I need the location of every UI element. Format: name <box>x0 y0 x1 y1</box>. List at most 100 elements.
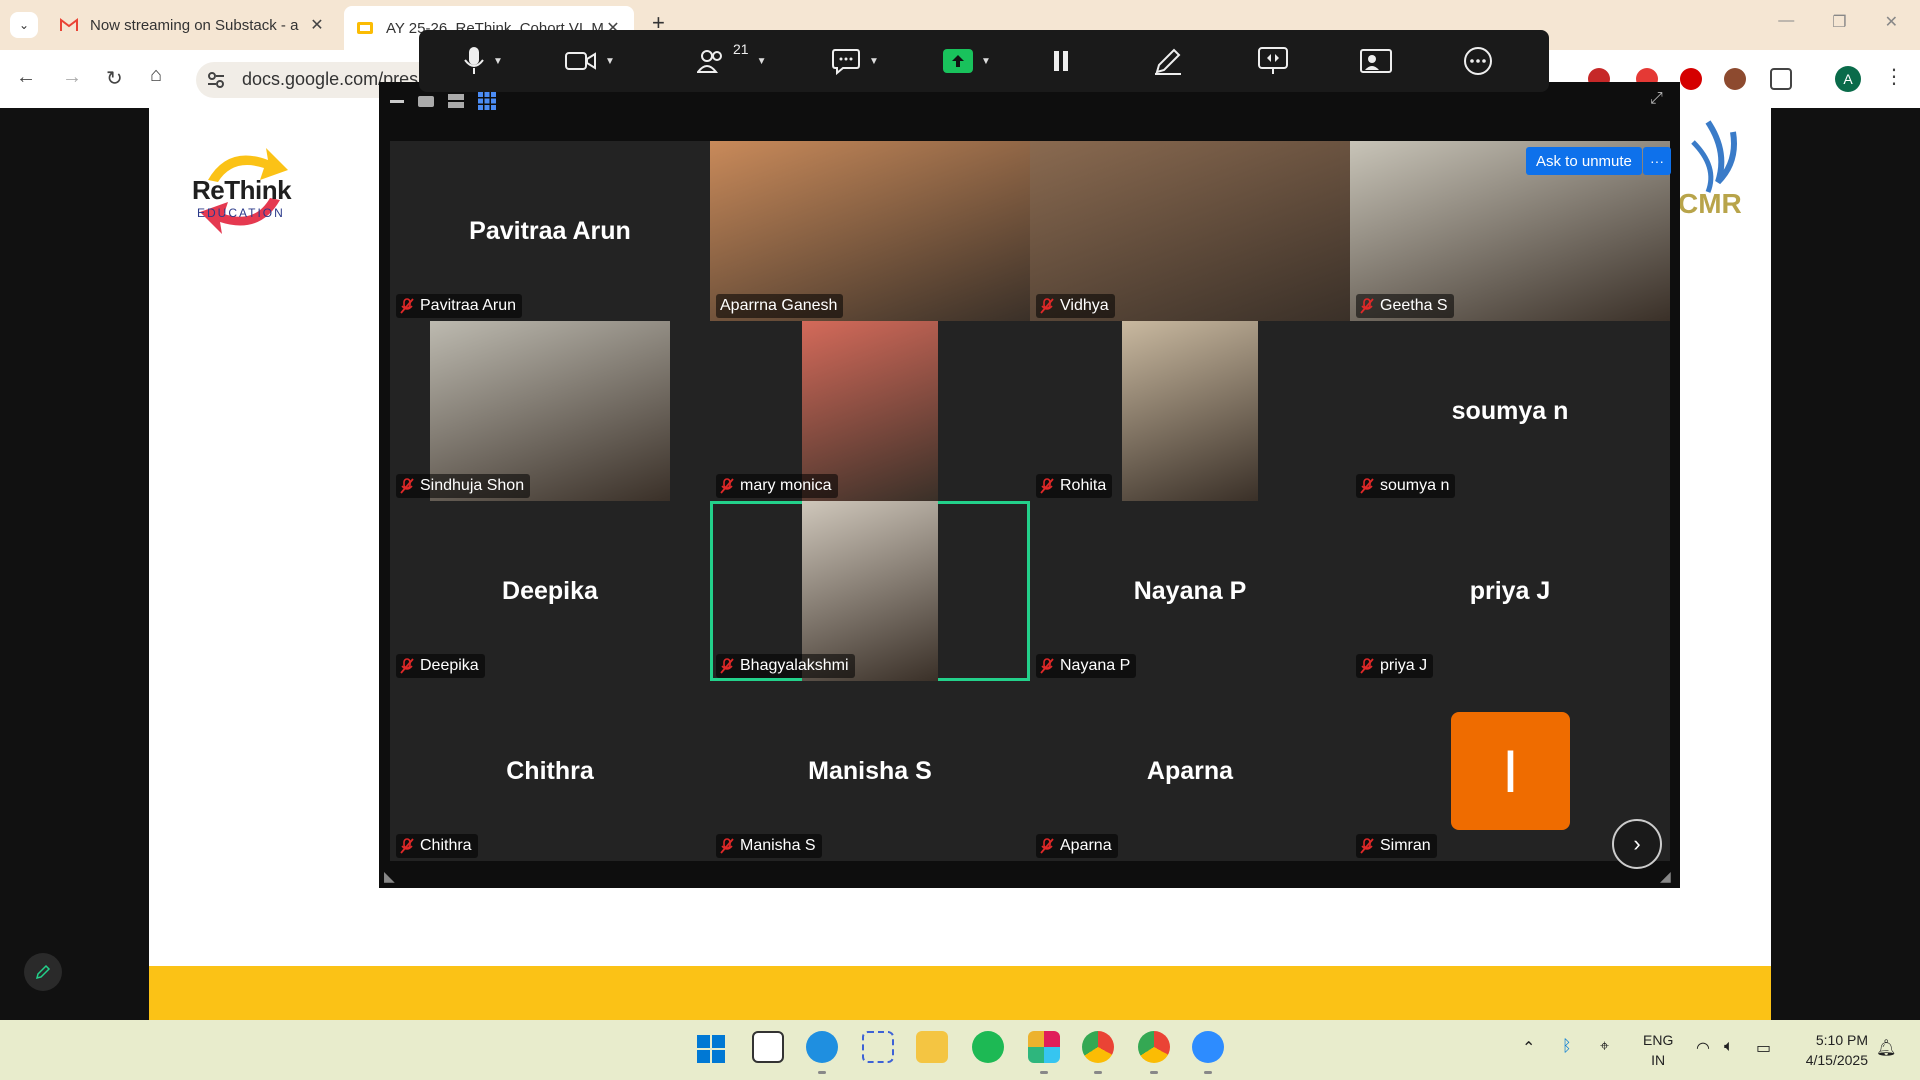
participant-name-label: Manisha S <box>716 834 822 858</box>
participant-tile[interactable]: priya Jpriya J <box>1350 501 1670 681</box>
running-indicator <box>1040 1071 1048 1074</box>
close-window-icon[interactable]: ✕ <box>1885 12 1898 32</box>
notification-bell-icon[interactable]: 🔔︎ <box>1876 1038 1896 1058</box>
slack-icon[interactable] <box>1028 1031 1060 1063</box>
minimize-icon[interactable]: — <box>1778 12 1794 32</box>
site-info-icon[interactable] <box>206 70 226 90</box>
zoom-app-icon[interactable] <box>1192 1031 1224 1063</box>
restore-icon[interactable]: ❐ <box>1832 12 1846 32</box>
video-control[interactable]: ▼ <box>565 30 615 92</box>
next-gallery-page-button[interactable]: › <box>1612 819 1662 869</box>
chat-control[interactable]: ▼ <box>831 30 879 92</box>
participant-name-label: soumya n <box>1356 474 1456 498</box>
annotate-button[interactable] <box>1153 30 1183 92</box>
ask-to-unmute-button[interactable]: Ask to unmute <box>1526 147 1642 175</box>
fullscreen-icon[interactable]: ⤢ <box>1650 90 1663 108</box>
muted-mic-icon <box>720 658 734 674</box>
chat-bubble-icon <box>832 49 860 75</box>
minimize-view-icon[interactable] <box>390 99 404 103</box>
participant-name: Rohita <box>1060 477 1107 494</box>
back-icon[interactable]: ← <box>16 66 36 89</box>
participant-name: Aparrna Ganesh <box>720 297 838 314</box>
clock-time: 5:10 PM <box>1815 1032 1868 1048</box>
chevron-down-icon[interactable]: ▼ <box>493 56 503 67</box>
profile-avatar[interactable]: A <box>1835 66 1861 92</box>
location-mic-icon[interactable]: ⌖ <box>1600 1038 1609 1056</box>
participant-tile[interactable]: Rohita <box>1030 321 1350 501</box>
wifi-icon[interactable]: ◠ <box>1696 1038 1710 1058</box>
tab-substack[interactable]: Now streaming on Substack - a ✕ <box>48 8 338 42</box>
chevron-down-icon[interactable]: ▼ <box>605 56 615 67</box>
edge-icon[interactable] <box>806 1031 838 1063</box>
tile-more-options-button[interactable]: ··· <box>1643 147 1671 175</box>
more-options-button[interactable] <box>1463 30 1493 92</box>
participant-tile[interactable]: Chithra Chithra <box>390 681 710 861</box>
extension-raccoon-icon[interactable] <box>1724 68 1746 90</box>
participant-tile[interactable]: Aparrna Ganesh <box>710 141 1030 321</box>
chrome-icon[interactable] <box>1082 1031 1114 1063</box>
participant-name-label: Bhagyalakshmi <box>716 654 855 678</box>
tab-title: Now streaming on Substack - a <box>90 16 299 34</box>
participant-tile[interactable]: Pavitraa Arun Pavitraa Arun <box>390 141 710 321</box>
show-hidden-icons-icon[interactable]: ⌃ <box>1522 1038 1535 1058</box>
battery-icon[interactable]: ▭ <box>1756 1038 1771 1058</box>
tab-search-button[interactable]: ⌄ <box>10 12 38 38</box>
extensions-puzzle-icon[interactable] <box>1770 68 1792 90</box>
participants-control[interactable]: 21 ▼ <box>697 30 766 92</box>
mic-control[interactable]: ▼ <box>463 30 503 92</box>
participant-name: Chithra <box>420 837 472 854</box>
participant-name-label: Pavitraa Arun <box>396 294 523 318</box>
chevron-down-icon[interactable]: ▼ <box>981 56 991 67</box>
pause-share-button[interactable] <box>1051 30 1071 92</box>
participant-name: Nayana P <box>1060 657 1131 674</box>
language-indicator[interactable]: ENG IN <box>1643 1030 1673 1070</box>
participant-tile[interactable]: mary monica <box>710 321 1030 501</box>
gallery-view-icon[interactable] <box>478 92 496 110</box>
spotify-icon[interactable] <box>972 1031 1004 1063</box>
task-view-icon[interactable] <box>752 1031 784 1063</box>
participant-tile[interactable]: soumya n soumya n <box>1350 321 1670 501</box>
participant-name-label: Rohita <box>1036 474 1113 498</box>
bluetooth-icon[interactable]: ᛒ <box>1562 1038 1572 1056</box>
spotlight-button[interactable] <box>1359 30 1393 92</box>
chevron-down-icon[interactable]: ▼ <box>757 56 767 67</box>
windows-start-icon[interactable] <box>696 1034 726 1064</box>
participant-avatar: I <box>1451 712 1570 830</box>
participant-name-label: Vidhya <box>1036 294 1115 318</box>
participant-name: mary monica <box>740 477 832 494</box>
share-screen-control[interactable]: ▼ <box>943 30 991 92</box>
participant-name: priya J <box>1380 657 1428 674</box>
file-explorer-icon[interactable] <box>916 1031 948 1063</box>
browser-menu-icon[interactable]: ⋮ <box>1884 64 1904 89</box>
participant-name-label: Deepika <box>396 654 485 678</box>
home-icon[interactable]: ⌂ <box>150 64 162 87</box>
participant-tile[interactable]: Nayana P Nayana P <box>1030 501 1350 681</box>
chevron-down-icon[interactable]: ▼ <box>869 56 879 67</box>
participants-icon <box>697 50 722 73</box>
resize-handle-left-icon[interactable]: ◣ <box>384 868 395 885</box>
participant-tile[interactable]: Bhagyalakshmi <box>710 501 1030 681</box>
annotate-pen-button[interactable] <box>24 953 62 991</box>
participant-name-label: mary monica <box>716 474 838 498</box>
participant-tile[interactable]: Vidhya <box>1030 141 1350 321</box>
new-share-button[interactable] <box>1257 30 1289 92</box>
system-clock[interactable]: 5:10 PM 4/15/2025 <box>1790 1030 1868 1070</box>
chrome-profile-icon[interactable] <box>1138 1031 1170 1063</box>
speaker-view-icon[interactable] <box>418 95 434 107</box>
participant-tile[interactable]: Deepika Deepika <box>390 501 710 681</box>
reload-icon[interactable]: ↻ <box>106 66 123 91</box>
region-code: IN <box>1651 1052 1666 1068</box>
volume-icon[interactable]: 🔈︎ <box>1724 1038 1734 1056</box>
close-tab-icon[interactable]: ✕ <box>308 15 326 35</box>
resize-handle-right-icon[interactable]: ◢ <box>1660 868 1671 885</box>
forward-icon[interactable]: → <box>62 66 82 89</box>
muted-mic-icon <box>720 838 734 854</box>
participant-tile[interactable]: Sindhuja Shon <box>390 321 710 501</box>
participant-tile[interactable]: Manisha S Manisha S <box>710 681 1030 861</box>
new-share-icon <box>1258 47 1288 74</box>
extension-opera-icon[interactable] <box>1680 68 1702 90</box>
strip-view-icon[interactable] <box>448 94 464 108</box>
windows-taskbar <box>0 1020 1920 1080</box>
participant-tile[interactable]: Aparna Aparna <box>1030 681 1350 861</box>
snipping-tool-icon[interactable] <box>862 1031 894 1063</box>
